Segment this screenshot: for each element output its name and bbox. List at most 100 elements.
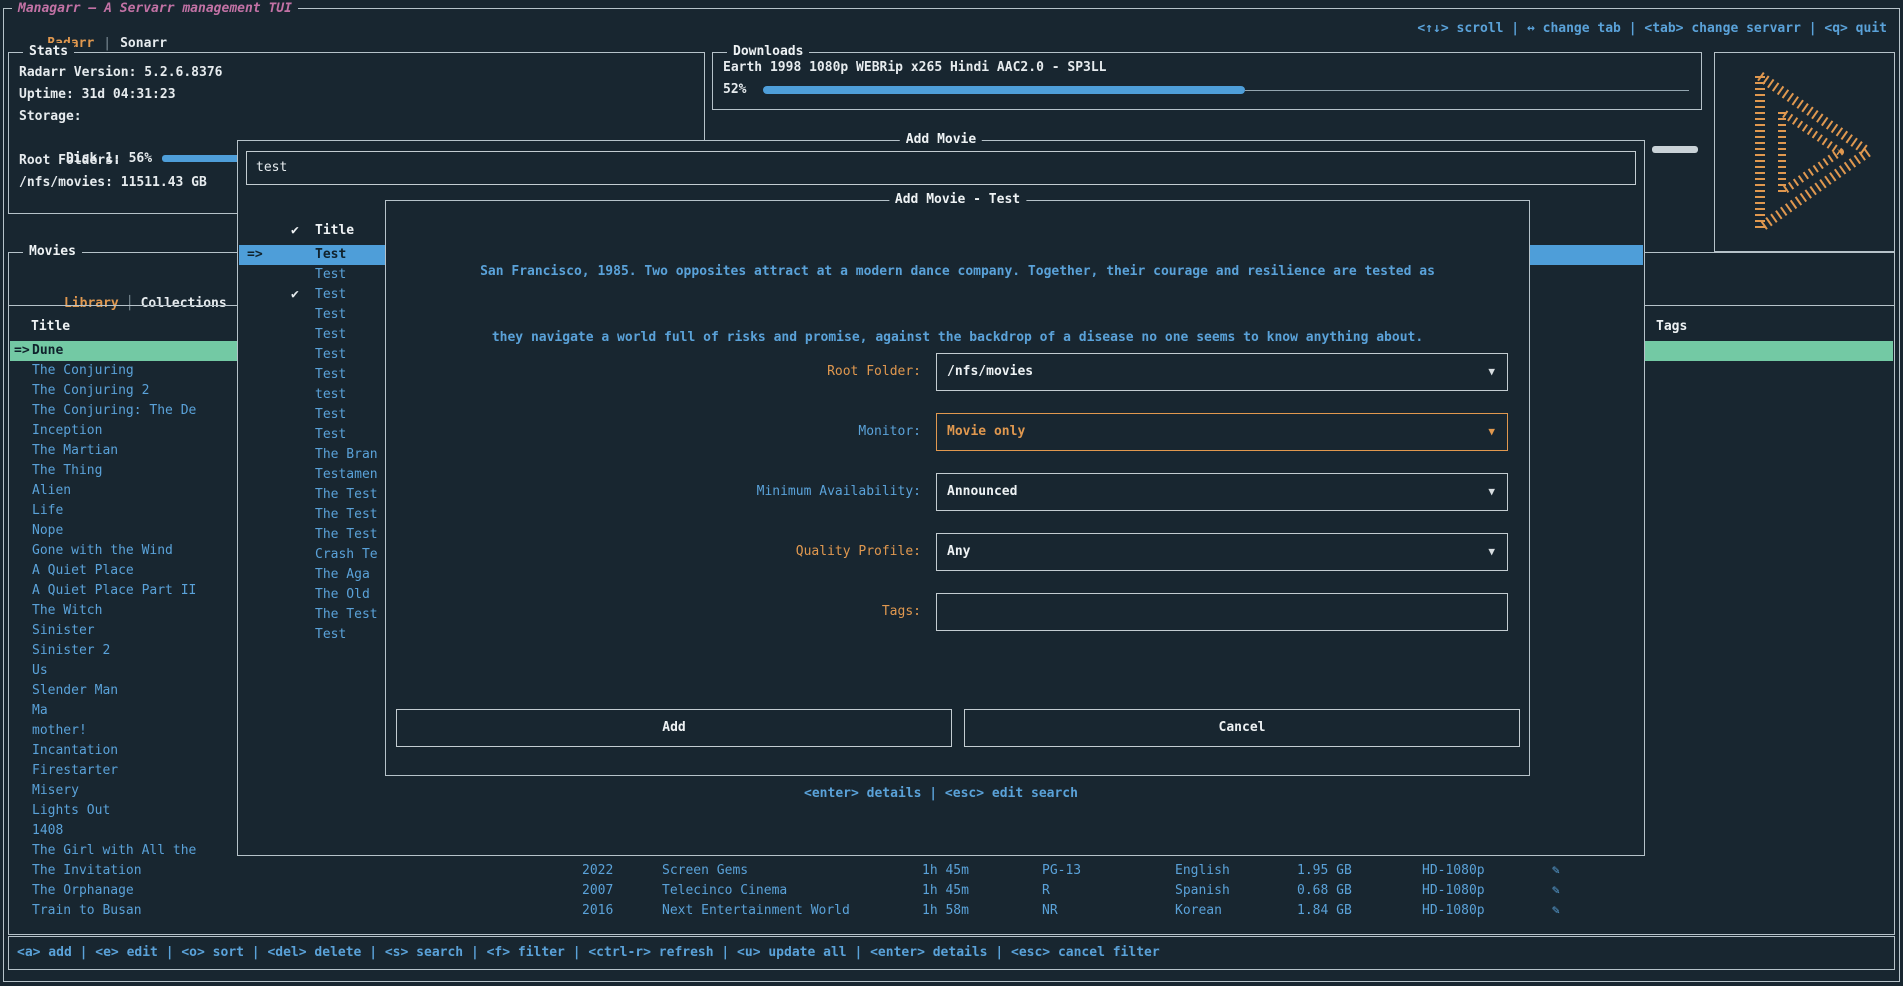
monitored-icon: ✎ — [1552, 901, 1560, 921]
field-label: Minimum Availability: — [386, 473, 921, 511]
download-progress-bar — [763, 86, 1689, 94]
movie-runtime: 1h 45m — [922, 861, 969, 881]
selection-arrow: => — [14, 341, 30, 361]
movie-title: Train to Busan — [32, 901, 142, 921]
movie-certification: PG-13 — [1042, 861, 1081, 881]
movie-title: The Martian — [32, 441, 118, 461]
cancel-button[interactable]: Cancel — [964, 709, 1520, 747]
result-title: Test — [315, 265, 346, 285]
field-label: Monitor: — [386, 413, 921, 451]
add-movie-modal: Add Movie - Test San Francisco, 1985. Tw… — [385, 200, 1530, 776]
movie-title: Lights Out — [32, 801, 110, 821]
radarr-version: Radarr Version: 5.2.6.8376 — [19, 63, 223, 83]
result-title: The Test — [315, 605, 378, 625]
monitored-icon: ✎ — [1552, 881, 1560, 901]
column-header-tags[interactable]: Tags — [1656, 319, 1687, 334]
result-title: The Old — [315, 585, 370, 605]
movie-studio: Screen Gems — [662, 861, 748, 881]
add-movie-help-text: <enter> details | <esc> edit search — [238, 786, 1644, 801]
in-library-check-icon: ✔ — [291, 285, 299, 305]
input-tags[interactable] — [936, 593, 1508, 631]
library-row[interactable]: Train to Busan 2016 Next Entertainment Wor… — [10, 901, 1893, 921]
top-help-text: <↑↓> scroll | ↔ change tab | <tab> chang… — [1417, 21, 1887, 36]
stats-panel-title: Stats — [23, 43, 74, 61]
root-folders-heading: Root Folders: — [19, 151, 121, 171]
result-title: The Aga — [315, 565, 370, 585]
movie-title: The Thing — [32, 461, 102, 481]
movie-size: 1.95 GB — [1297, 861, 1352, 881]
movie-quality-profile: HD-1080p — [1422, 881, 1485, 901]
dropdown-quality-profile[interactable]: Any ▼ — [936, 533, 1508, 571]
field-value: Any — [947, 534, 970, 570]
monitored-icon: ✎ — [1552, 861, 1560, 881]
dropdown-root-folder[interactable]: /nfs/movies▼ — [936, 353, 1508, 391]
movie-title: 1408 — [32, 821, 63, 841]
movie-quality-profile: HD-1080p — [1422, 861, 1485, 881]
movie-title: Firestarter — [32, 761, 118, 781]
form-field: Quality Profile:Any▼ — [386, 533, 1529, 571]
tab-separator: │ — [126, 296, 134, 311]
tab-collections[interactable]: Collections — [141, 296, 227, 311]
movies-panel-title: Movies — [23, 243, 82, 261]
app-title: Managarr – A Servarr management TUI — [12, 1, 298, 16]
movie-title: Misery — [32, 781, 79, 801]
movie-studio: Next Entertainment World — [662, 901, 850, 921]
description-line: they navigate a world full of risks and … — [404, 327, 1511, 349]
movie-title: Slender Man — [32, 681, 118, 701]
add-button[interactable]: Add — [396, 709, 952, 747]
movie-title: A Quiet Place Part II — [32, 581, 196, 601]
form-field: Monitor: Movie only▼ — [386, 413, 1529, 451]
movie-year: 2022 — [582, 861, 613, 881]
uptime: Uptime: 31d 04:31:23 — [19, 85, 176, 105]
downloads-panel-title: Downloads — [727, 43, 809, 61]
download-progress-track — [1245, 90, 1689, 91]
movie-title: Us — [32, 661, 48, 681]
movie-language: English — [1175, 861, 1230, 881]
form-field: Tags: — [386, 593, 1529, 631]
movie-title: A Quiet Place — [32, 561, 134, 581]
result-title: test — [315, 385, 346, 405]
movie-title: The Witch — [32, 601, 102, 621]
description-line: San Francisco, 1985. Two opposites attra… — [404, 261, 1511, 283]
tab-separator: | — [103, 36, 111, 51]
library-row[interactable]: The Invitation 2022 Screen Gems 1h 45m PG-13… — [10, 861, 1893, 881]
movie-search-value: test — [256, 152, 287, 184]
result-title: Test — [315, 425, 346, 445]
movie-title: Sinister — [32, 621, 95, 641]
movie-year: 2016 — [582, 901, 613, 921]
chevron-down-icon: ▼ — [1488, 414, 1495, 450]
add-movie-panel-title: Add Movie — [900, 131, 982, 149]
results-title-header[interactable]: Title — [315, 221, 354, 241]
movie-size: 1.84 GB — [1297, 901, 1352, 921]
tab-sonarr[interactable]: Sonarr — [120, 36, 167, 51]
movie-title: Sinister 2 — [32, 641, 110, 661]
field-value: /nfs/movies — [947, 354, 1033, 390]
logo-panel — [1714, 52, 1895, 252]
managarr-logo — [1730, 68, 1880, 236]
field-label: Tags: — [386, 593, 921, 631]
movie-title: The Invitation — [32, 861, 142, 881]
movie-search-input[interactable]: test — [246, 151, 1636, 185]
movie-title: The Orphanage — [32, 881, 134, 901]
result-title: Test — [315, 325, 346, 345]
scrollbar-thumb[interactable] — [1652, 146, 1698, 153]
movie-quality-profile: HD-1080p — [1422, 901, 1485, 921]
in-library-column-check-icon: ✔ — [291, 221, 299, 241]
result-title: Test — [315, 365, 346, 385]
tab-library[interactable]: Library — [64, 296, 119, 311]
download-percent: 52% — [723, 82, 746, 97]
dropdown-minimum-availability[interactable]: Announced▼ — [936, 473, 1508, 511]
movie-size: 0.68 GB — [1297, 881, 1352, 901]
result-title: Testamen — [315, 465, 378, 485]
movie-title: Gone with the Wind — [32, 541, 173, 561]
column-header-title[interactable]: Title — [31, 319, 70, 334]
movie-title: Alien — [32, 481, 71, 501]
movie-title: The Conjuring 2 — [32, 381, 149, 401]
chevron-down-icon: ▼ — [1488, 534, 1495, 570]
storage-heading: Storage: — [19, 107, 82, 127]
movie-year: 2007 — [582, 881, 613, 901]
dropdown-monitor[interactable]: Movie only▼ — [936, 413, 1508, 451]
library-row[interactable]: The Orphanage2007Telecinco Cinema1h 45mR… — [10, 881, 1893, 901]
movie-title: Dune — [32, 341, 63, 361]
result-title: Crash Te — [315, 545, 378, 565]
